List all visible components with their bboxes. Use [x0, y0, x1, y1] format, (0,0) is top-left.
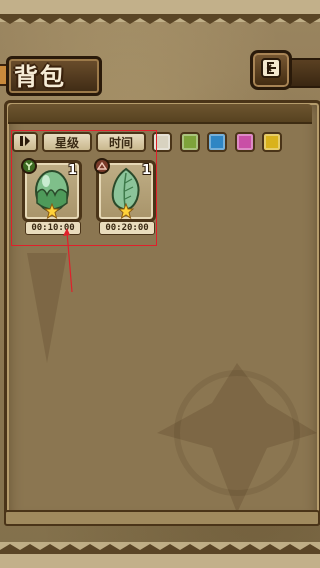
top-border-band — [0, 0, 320, 24]
page-title: 背包 — [14, 63, 66, 91]
panel-header-bar — [8, 104, 312, 124]
panel-footer-bar — [4, 510, 320, 526]
annotation-arrow-icon — [63, 228, 73, 293]
bottom-border-band — [0, 542, 320, 568]
filter-yellow-button[interactable] — [262, 132, 282, 152]
highlight-box — [11, 130, 157, 246]
filter-blue-button[interactable] — [207, 132, 227, 152]
back-button[interactable] — [250, 50, 292, 90]
filter-pink-button[interactable] — [235, 132, 255, 152]
back-arrow-icon — [260, 57, 282, 83]
filter-green-button[interactable] — [180, 132, 200, 152]
